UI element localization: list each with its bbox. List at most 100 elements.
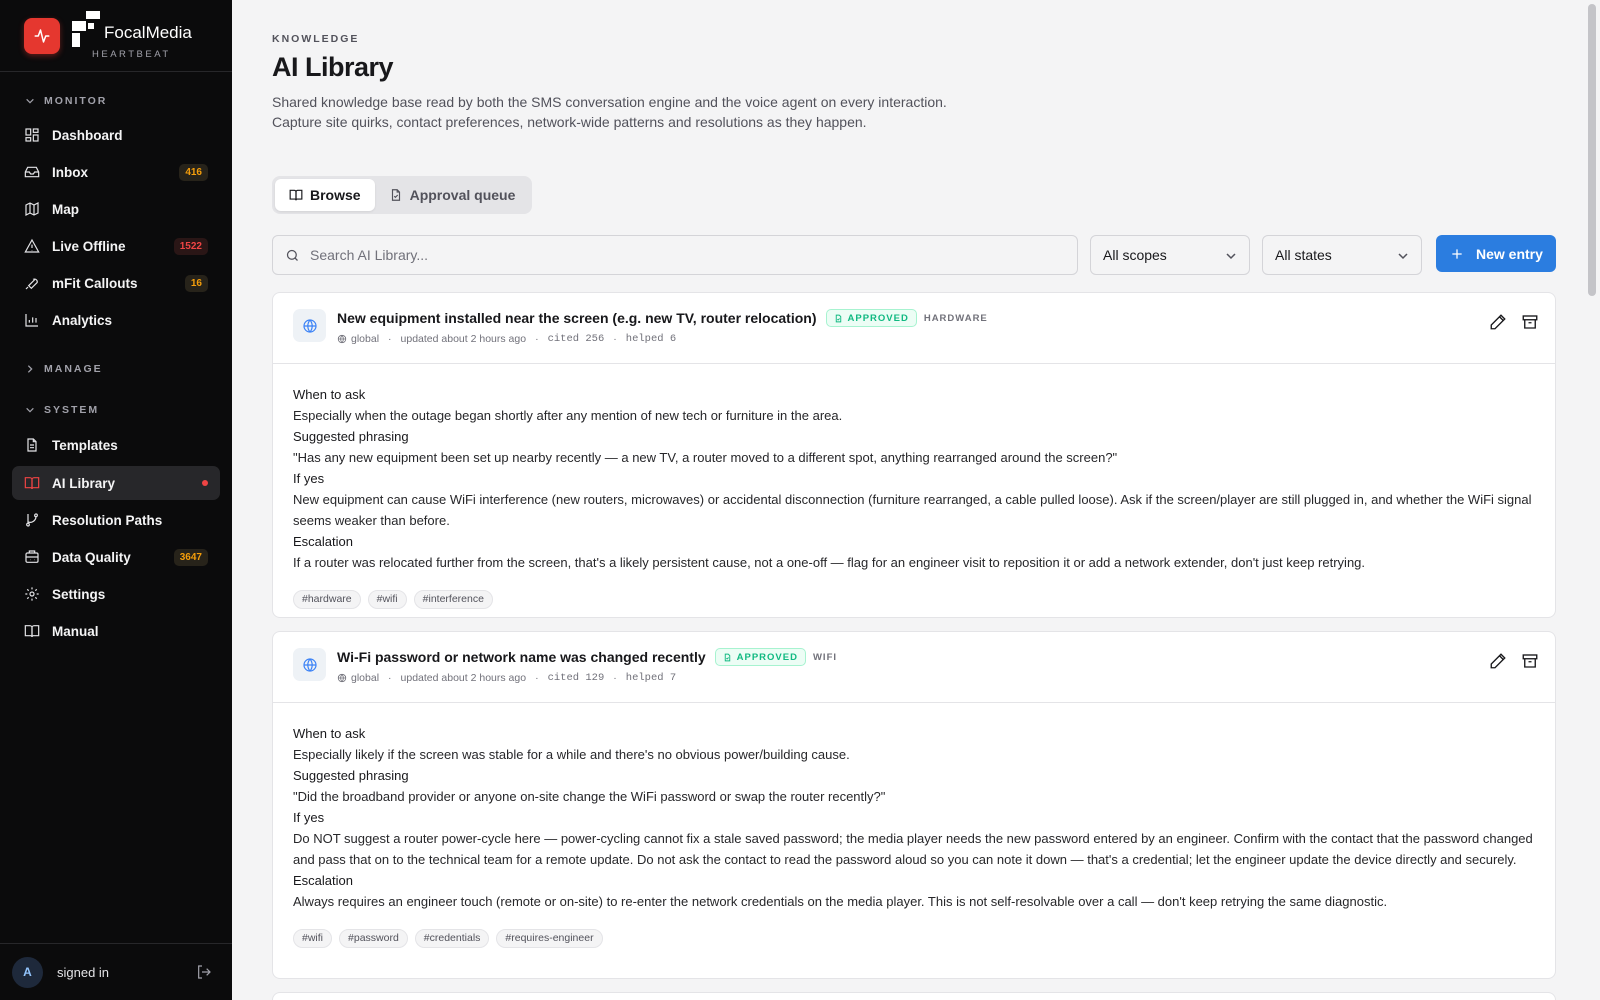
- archive-button[interactable]: [1521, 652, 1539, 670]
- archive-icon: [1522, 654, 1538, 668]
- nav-section-manage[interactable]: MANAGE: [0, 360, 103, 378]
- tag-chip[interactable]: #credentials: [414, 929, 490, 948]
- entry-cited-count: cited 129: [547, 672, 605, 684]
- section-text: Always requires an engineer touch (remot…: [293, 894, 1388, 909]
- tag-chip[interactable]: #wifi: [367, 590, 407, 609]
- entry-helped-count: helped 7: [625, 672, 677, 684]
- section-heading: When to ask: [293, 726, 366, 741]
- nav-section-monitor[interactable]: MONITOR: [0, 92, 107, 110]
- card-title-row: Wi-Fi password or network name was chang…: [337, 648, 837, 666]
- tag-chip[interactable]: #wifi: [293, 929, 333, 948]
- edit-button[interactable]: [1489, 652, 1507, 670]
- tag-list: #wifi #password #credentials #requires-e…: [273, 912, 1555, 960]
- nav-section-label: SYSTEM: [44, 404, 100, 416]
- sidebar-item-manual[interactable]: Manual: [12, 614, 220, 648]
- archive-button[interactable]: [1521, 313, 1539, 331]
- count-badge: 3647: [173, 549, 208, 566]
- section-text: If a router was relocated further from t…: [293, 555, 1366, 570]
- book-open-icon: [289, 189, 303, 201]
- sidebar-item-inbox[interactable]: Inbox 416: [12, 155, 220, 189]
- active-indicator-dot: [202, 480, 208, 486]
- wrench-icon: [25, 278, 38, 290]
- book-icon: [24, 625, 40, 638]
- tag-chip[interactable]: #hardware: [293, 590, 361, 609]
- entry-updated: updated about 2 hours ago: [400, 672, 527, 684]
- tab-browse[interactable]: Browse: [275, 179, 375, 211]
- entry-title[interactable]: Wi-Fi password or network name was chang…: [337, 649, 706, 665]
- globe-icon: [337, 334, 347, 344]
- main-content: KNOWLEDGE AI Library Shared knowledge ba…: [232, 0, 1584, 1000]
- brand-header: FocalMedia HEARTBEAT: [0, 0, 232, 72]
- globe-icon: [293, 648, 326, 681]
- sidebar-item-resolution-paths[interactable]: Resolution Paths: [12, 503, 220, 537]
- section-text: Especially likely if the screen was stab…: [293, 747, 850, 762]
- tab-label: Browse: [310, 187, 361, 203]
- file-text-icon: [27, 438, 37, 452]
- sidebar-item-mfit-callouts[interactable]: mFit Callouts 16: [12, 266, 220, 300]
- sidebar-item-templates[interactable]: Templates: [12, 428, 220, 462]
- sidebar-item-dashboard[interactable]: Dashboard: [12, 118, 220, 152]
- alert-triangle-icon: [24, 238, 40, 253]
- state-select-value: All states: [1275, 247, 1332, 263]
- tag-chip[interactable]: #interference: [413, 590, 493, 609]
- avatar[interactable]: A: [12, 956, 43, 988]
- section-heading: Suggested phrasing: [293, 768, 409, 783]
- scope-select[interactable]: All scopes: [1090, 235, 1250, 275]
- heartbeat-logo-icon[interactable]: [24, 17, 60, 54]
- edit-button[interactable]: [1489, 313, 1507, 331]
- status-text: APPROVED: [736, 651, 798, 663]
- section-text: "Has any new equipment been set up nearb…: [293, 450, 1118, 465]
- map-icon: [25, 202, 39, 216]
- meta-separator: ·: [388, 672, 392, 684]
- page-scrollbar[interactable]: [1584, 0, 1600, 1000]
- library-entry-card-partial: [272, 992, 1556, 1000]
- section-heading: If yes: [293, 471, 325, 486]
- sidebar-item-label: Map: [52, 201, 79, 217]
- gear-icon: [25, 587, 39, 601]
- entry-title[interactable]: New equipment installed near the screen …: [337, 310, 817, 326]
- status-text: APPROVED: [847, 312, 909, 324]
- sidebar-item-analytics[interactable]: Analytics: [12, 303, 220, 337]
- section-text: Especially when the outage began shortly…: [293, 408, 843, 423]
- brand-text: FocalMedia HEARTBEAT: [72, 11, 192, 60]
- library-entry-card: Wi-Fi password or network name was chang…: [272, 631, 1556, 979]
- meta-separator: ·: [535, 333, 539, 345]
- section-text: Do NOT suggest a router power-cycle here…: [293, 831, 1533, 867]
- meta-separator: ·: [613, 672, 617, 684]
- tab-approval-queue[interactable]: Approval queue: [375, 179, 530, 211]
- new-entry-label: New entry: [1476, 245, 1543, 262]
- library-entry-card: New equipment installed near the screen …: [272, 292, 1556, 618]
- sidebar-item-data-quality[interactable]: Data Quality 3647: [12, 540, 220, 574]
- logout-icon[interactable]: [196, 964, 212, 980]
- card-header: New equipment installed near the screen …: [273, 293, 1555, 364]
- sidebar-item-live-offline[interactable]: Live Offline 1522: [12, 229, 220, 263]
- sidebar-item-ai-library[interactable]: AI Library: [12, 466, 220, 500]
- dashboard-icon: [25, 128, 39, 142]
- new-entry-button[interactable]: New entry: [1436, 235, 1556, 272]
- view-tabs: Browse Approval queue: [272, 176, 533, 214]
- toolbar: All scopes All states New entry: [272, 235, 1556, 275]
- card-actions: [1475, 313, 1539, 331]
- sidebar-item-settings[interactable]: Settings: [12, 577, 220, 611]
- scrollbar-thumb[interactable]: [1588, 4, 1596, 296]
- section-heading: Escalation: [293, 873, 353, 888]
- section-heading: Suggested phrasing: [293, 429, 409, 444]
- tag-chip[interactable]: #requires-engineer: [496, 929, 603, 948]
- sidebar-item-map[interactable]: Map: [12, 192, 220, 226]
- sidebar-item-label: Inbox: [52, 164, 88, 180]
- status-badge: APPROVED: [714, 648, 806, 666]
- nav-section-system[interactable]: SYSTEM: [0, 401, 99, 419]
- sidebar-item-label: Manual: [52, 623, 99, 639]
- card-title-row: New equipment installed near the screen …: [337, 309, 988, 327]
- section-heading: Escalation: [293, 534, 353, 549]
- meta-separator: ·: [535, 672, 539, 684]
- tag-chip[interactable]: #password: [339, 929, 408, 948]
- git-branch-icon: [26, 513, 38, 527]
- state-select[interactable]: All states: [1262, 235, 1422, 275]
- search-input[interactable]: [310, 247, 1070, 263]
- count-badge: 1522: [173, 238, 208, 255]
- brand-product: HEARTBEAT: [92, 49, 171, 60]
- entry-updated: updated about 2 hours ago: [400, 333, 527, 345]
- globe-icon: [293, 309, 326, 342]
- sidebar-item-label: Data Quality: [52, 549, 131, 565]
